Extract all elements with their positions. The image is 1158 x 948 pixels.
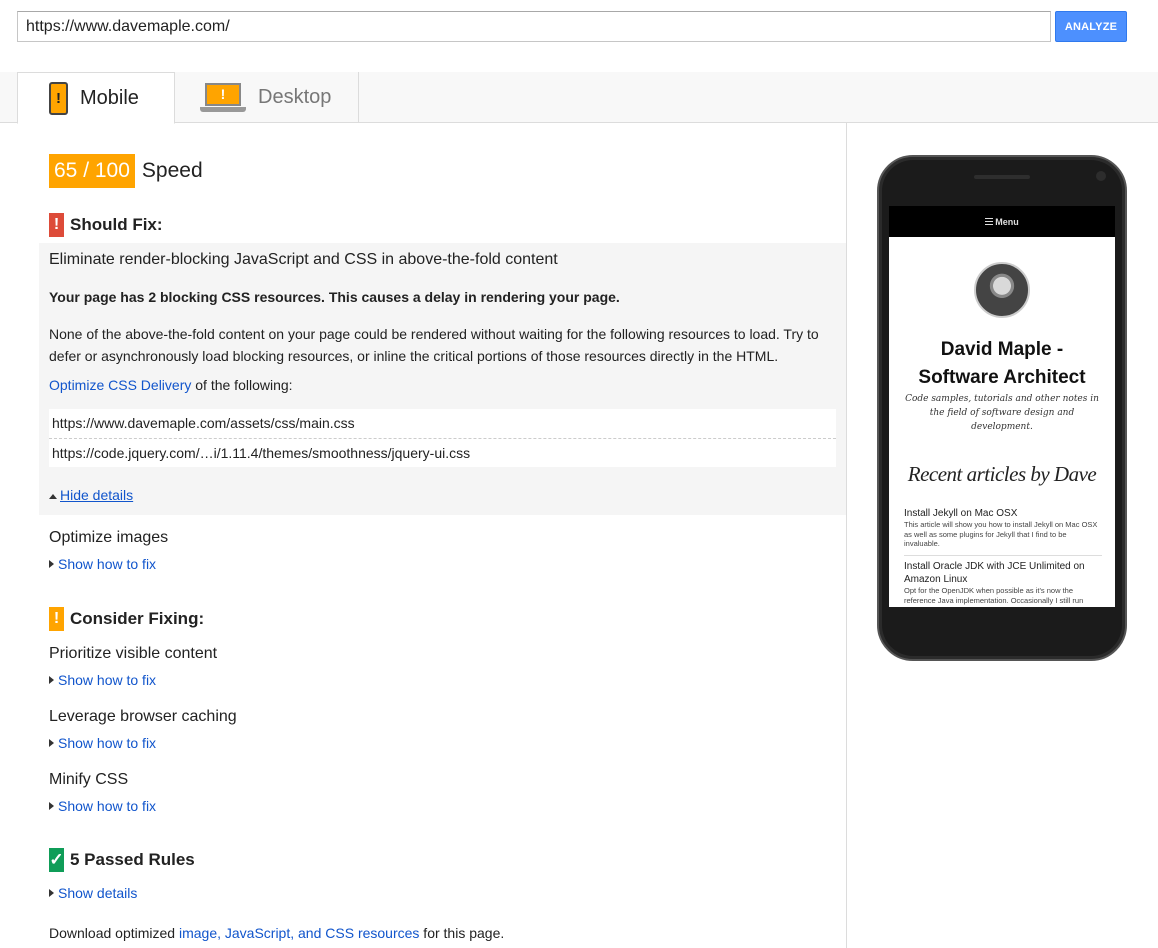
mobile-preview-device: Menu David Maple - Software Architect Co… [877, 155, 1127, 661]
should-fix-label: Should Fix: [70, 215, 163, 234]
consider-fixing-heading: ! Consider Fixing: [49, 607, 204, 631]
preview-site-subtitle: Code samples, tutorials and other notes … [905, 394, 1099, 432]
preview-menu-label: Menu [995, 216, 1019, 227]
resource-item: https://www.davemaple.com/assets/css/mai… [52, 415, 355, 431]
preview-article-title: Install Oracle JDK with JCE Unlimited on… [904, 561, 1085, 585]
preview-article: Install Oracle JDK with JCE Unlimited on… [904, 560, 1102, 605]
show-how-to-fix-link[interactable]: Show how to fix [58, 798, 156, 814]
preview-site-title: David Maple - Software Architect [889, 336, 1115, 392]
show-how-to-fix-toggle[interactable]: Show how to fix [49, 798, 156, 814]
preview-article-desc: This article will show you how to instal… [904, 520, 1098, 548]
url-input[interactable] [17, 11, 1051, 42]
show-how-to-fix-toggle[interactable]: Show how to fix [49, 672, 156, 688]
speaker-grille [974, 175, 1030, 179]
avatar [974, 262, 1030, 318]
hide-details-link[interactable]: Hide details [60, 487, 133, 503]
checkmark-icon: ✓ [49, 848, 64, 872]
device-tabs: ! Mobile ! Desktop [0, 72, 1158, 124]
preview-recent-heading: Recent articles by Dave [907, 462, 1097, 486]
rule-title: Leverage browser caching [49, 708, 237, 725]
consider-fixing-label: Consider Fixing: [70, 609, 205, 628]
optimize-css-delivery-link[interactable]: Optimize CSS Delivery [49, 377, 191, 393]
caret-right-icon [49, 889, 54, 897]
download-resources-link[interactable]: image, JavaScript, and CSS resources [179, 925, 419, 941]
warning-icon: ! [49, 213, 64, 237]
rule-title: Prioritize visible content [49, 645, 218, 662]
hide-details-toggle[interactable]: Hide details [49, 487, 133, 503]
should-fix-heading: ! Should Fix: [49, 213, 163, 237]
caret-right-icon [49, 560, 54, 568]
show-how-to-fix-link[interactable]: Show how to fix [58, 735, 156, 751]
speed-score: 65 / 100 Speed [49, 154, 203, 188]
caret-right-icon [49, 739, 54, 747]
preview-article-title: Install Jekyll on Mac OSX [904, 508, 1018, 519]
rule-summary: Your page has 2 blocking CSS resources. … [49, 289, 620, 305]
rule-title: Minify CSS [49, 771, 129, 788]
url-bar: ANALYZE [17, 11, 1127, 42]
download-optimized-line: Download optimized image, JavaScript, an… [49, 925, 504, 941]
rule-title: Optimize images [49, 529, 169, 546]
camera-icon [1096, 171, 1106, 181]
rule-title: Eliminate render-blocking JavaScript and… [49, 251, 558, 268]
preview-menu-bar: Menu [889, 206, 1115, 237]
rule-description: None of the above-the-fold content on yo… [49, 326, 819, 364]
score-label: Speed [141, 159, 203, 182]
tab-mobile-label: Mobile [80, 86, 139, 109]
column-divider [846, 123, 847, 948]
tab-mobile[interactable]: ! Mobile [17, 72, 175, 124]
tab-desktop-label: Desktop [258, 86, 332, 108]
resource-list: https://www.davemaple.com/assets/css/mai… [49, 409, 836, 467]
preview-title-line: David Maple - [940, 339, 1064, 360]
show-how-to-fix-link[interactable]: Show how to fix [58, 672, 156, 688]
hamburger-icon [985, 218, 994, 225]
show-how-to-fix-toggle[interactable]: Show how to fix [49, 556, 156, 572]
desktop-warning-icon: ! [200, 82, 246, 113]
show-how-to-fix-link[interactable]: Show how to fix [58, 556, 156, 572]
rule-link-line: Optimize CSS Delivery of the following: [49, 377, 293, 393]
preview-title-line: Software Architect [918, 367, 1086, 388]
preview-screen: Menu David Maple - Software Architect Co… [889, 206, 1115, 607]
footer-suffix: for this page. [419, 925, 505, 941]
score-badge: 65 / 100 [49, 154, 135, 188]
passed-rules-heading: ✓ 5 Passed Rules [49, 848, 195, 872]
caret-up-icon [49, 493, 57, 499]
show-how-to-fix-toggle[interactable]: Show how to fix [49, 735, 156, 751]
tab-desktop[interactable]: ! Desktop [175, 72, 359, 123]
caret-right-icon [49, 676, 54, 684]
preview-article: Install Jekyll on Mac OSX This article w… [904, 507, 1102, 556]
analyze-button[interactable]: ANALYZE [1055, 11, 1127, 42]
rule-link-suffix: of the following: [191, 377, 293, 393]
warning-icon: ! [49, 607, 64, 631]
resource-item: https://code.jquery.com/…i/1.11.4/themes… [49, 438, 836, 467]
passed-rules-label: 5 Passed Rules [70, 850, 195, 869]
mobile-warning-icon: ! [49, 81, 68, 115]
show-details-link[interactable]: Show details [58, 885, 137, 901]
preview-article-desc: Opt for the OpenJDK when possible as it'… [904, 586, 1084, 605]
footer-prefix: Download optimized [49, 925, 179, 941]
caret-right-icon [49, 802, 54, 810]
show-details-toggle[interactable]: Show details [49, 885, 137, 901]
